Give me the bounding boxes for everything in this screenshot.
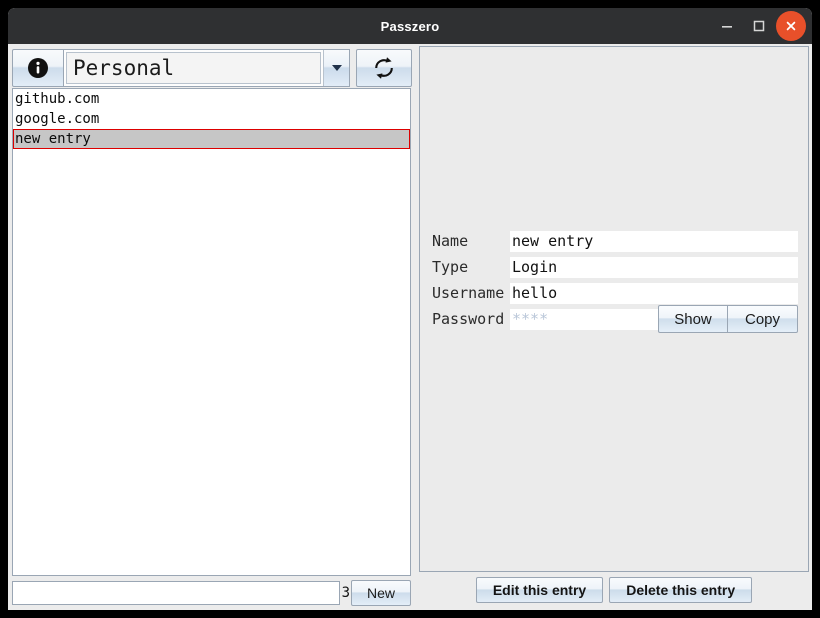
copy-password-button[interactable]: Copy (728, 305, 798, 333)
type-label: Type (432, 258, 469, 276)
delete-entry-button[interactable]: Delete this entry (609, 577, 753, 603)
close-icon (786, 21, 796, 31)
refresh-icon (375, 56, 393, 79)
name-field[interactable]: new entry (510, 230, 798, 252)
title-bar: Passzero (8, 8, 812, 44)
minimize-icon (722, 26, 732, 28)
right-bottom-bar: Edit this entry Delete this entry (419, 572, 809, 610)
list-item[interactable]: github.com (13, 89, 410, 109)
window-title: Passzero (380, 18, 440, 34)
vault-selector-value[interactable]: Personal (66, 51, 321, 84)
info-button[interactable] (12, 48, 64, 87)
right-pane: Name new entry Type Login Username hello… (419, 44, 812, 610)
entry-form: Name new entry Type Login Username hello… (424, 230, 804, 333)
minimize-button[interactable] (712, 11, 742, 41)
vault-selector-arrow[interactable] (323, 49, 349, 86)
show-password-button[interactable]: Show (658, 305, 728, 333)
new-entry-button[interactable]: New (351, 580, 411, 606)
maximize-button[interactable] (744, 11, 774, 41)
refresh-button[interactable] (356, 48, 412, 87)
toolbar: Personal (8, 44, 415, 88)
password-field[interactable]: **** (510, 308, 658, 330)
main-split: Personal github.com google.com new entry… (8, 44, 812, 610)
list-item[interactable]: new entry (13, 129, 410, 149)
field-row-username: Username hello (432, 282, 798, 304)
name-label: Name (432, 232, 469, 250)
window-controls (712, 8, 806, 44)
username-label: Username (432, 284, 505, 302)
password-label: Password (432, 310, 505, 328)
close-button[interactable] (776, 11, 806, 41)
field-row-type: Type Login (432, 256, 798, 278)
app-window: Passzero Personal github.com google.com … (8, 8, 812, 610)
entry-count: 3 (341, 585, 350, 601)
field-row-name: Name new entry (432, 230, 798, 252)
chevron-down-icon (331, 64, 342, 71)
edit-entry-button[interactable]: Edit this entry (475, 577, 604, 603)
left-pane: Personal github.com google.com new entry… (8, 44, 415, 610)
entry-list[interactable]: github.com google.com new entry (12, 88, 411, 576)
info-icon (28, 57, 48, 78)
search-input[interactable] (12, 581, 340, 605)
maximize-icon (753, 20, 765, 32)
list-item[interactable]: google.com (13, 109, 410, 129)
entry-detail-panel: Name new entry Type Login Username hello… (419, 46, 809, 572)
field-row-password: Password **** Show Copy (432, 305, 798, 333)
vault-selector[interactable]: Personal (64, 48, 350, 87)
username-field[interactable]: hello (510, 282, 798, 304)
type-field[interactable]: Login (510, 256, 798, 278)
left-bottom-bar: 3 New (8, 576, 415, 610)
